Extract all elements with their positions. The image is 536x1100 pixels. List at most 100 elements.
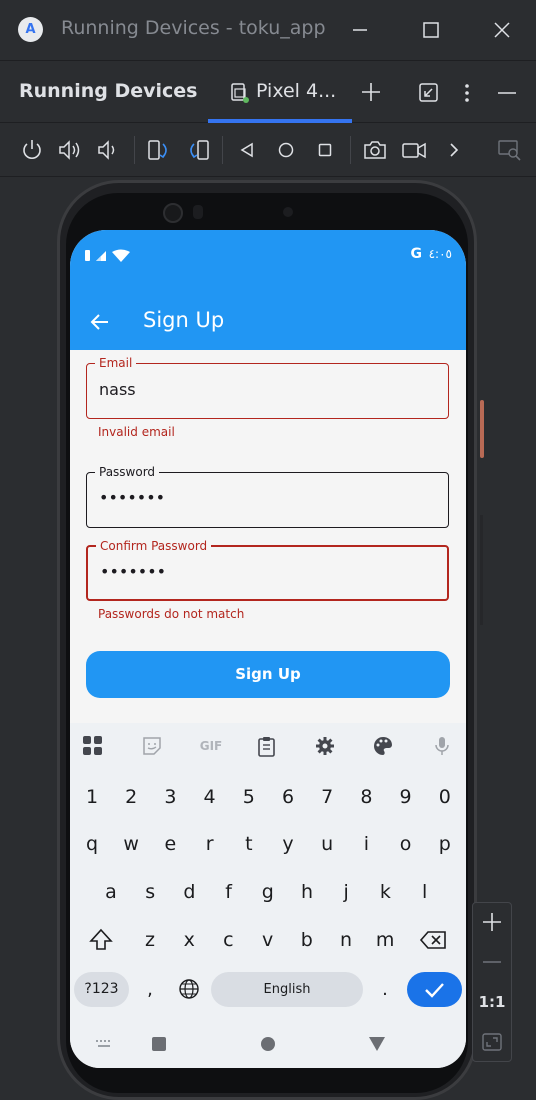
apps-icon[interactable] (82, 735, 104, 757)
letter-key-r[interactable]: r (192, 824, 228, 864)
email-error-text: Invalid email (98, 425, 175, 439)
password-field[interactable]: Password ••••••• (86, 464, 449, 528)
globe-icon[interactable] (174, 972, 204, 1007)
toolbar-separator (350, 136, 351, 164)
settings-icon[interactable] (314, 735, 336, 757)
letter-key-e[interactable]: e (152, 824, 188, 864)
confirm-password-field[interactable]: Confirm Password ••••••• (86, 538, 449, 601)
backspace-key[interactable] (418, 925, 448, 955)
theme-palette-icon[interactable] (372, 735, 394, 757)
device-tab-icon (229, 82, 251, 104)
phone-power-button (480, 400, 484, 458)
recents-nav-icon[interactable] (151, 1036, 167, 1052)
number-key-2[interactable]: 2 (113, 777, 149, 817)
phone-volume-button (480, 515, 483, 625)
number-key-6[interactable]: 6 (270, 777, 306, 817)
more-icon[interactable] (440, 136, 468, 164)
phone-sensor (193, 205, 203, 219)
letter-key-u[interactable]: u (309, 824, 345, 864)
back-icon[interactable] (233, 136, 261, 164)
screenshot-icon[interactable] (361, 136, 389, 164)
space-key[interactable]: English (211, 972, 363, 1007)
home-nav-icon[interactable] (260, 1036, 276, 1052)
letter-key-i[interactable]: i (348, 824, 384, 864)
google-g-icon: G (410, 246, 423, 262)
overview-icon[interactable] (311, 136, 339, 164)
letter-key-b[interactable]: b (289, 920, 325, 960)
sign-up-button[interactable]: Sign Up (86, 651, 450, 698)
gif-icon[interactable]: GIF (194, 735, 228, 757)
zoom-fit-icon[interactable] (478, 1028, 506, 1056)
back-nav-icon[interactable] (368, 1036, 386, 1052)
device-tab-label: Pixel 4... (256, 80, 337, 102)
letter-key-h[interactable]: h (289, 872, 325, 912)
enter-key[interactable] (407, 972, 462, 1007)
window-title: Running Devices - toku_app (61, 17, 326, 39)
letter-key-g[interactable]: g (250, 872, 286, 912)
letter-key-p[interactable]: p (427, 824, 463, 864)
number-key-5[interactable]: 5 (231, 777, 267, 817)
letter-key-f[interactable]: f (211, 872, 247, 912)
number-key-9[interactable]: 9 (388, 777, 424, 817)
back-arrow-icon[interactable] (88, 310, 112, 334)
confirm-password-error-text: Passwords do not match (98, 607, 245, 621)
toolbar-separator (222, 136, 223, 164)
number-key-7[interactable]: 7 (309, 777, 345, 817)
symbols-key[interactable]: ?123 (74, 972, 129, 1007)
zoom-in-button[interactable] (478, 908, 506, 936)
add-device-button[interactable] (359, 80, 383, 104)
letter-key-v[interactable]: v (250, 920, 286, 960)
letter-key-o[interactable]: o (388, 824, 424, 864)
zoom-out-button[interactable] (478, 948, 506, 976)
letter-key-a[interactable]: a (93, 872, 129, 912)
device-screen[interactable]: G ٤:٠٥ Sign Up Email nass Invalid email … (70, 230, 466, 1068)
front-camera (163, 203, 183, 223)
close-window-button[interactable] (485, 14, 519, 46)
letter-key-c[interactable]: c (210, 920, 246, 960)
letter-key-t[interactable]: t (231, 824, 267, 864)
maximize-window-button[interactable] (414, 14, 448, 46)
number-key-0[interactable]: 0 (427, 777, 463, 817)
email-field[interactable]: Email nass (86, 355, 449, 419)
screen-record-icon[interactable] (400, 136, 428, 164)
number-key-8[interactable]: 8 (348, 777, 384, 817)
status-icons (84, 248, 130, 262)
volume-down-icon[interactable] (94, 136, 122, 164)
letter-key-d[interactable]: d (171, 872, 207, 912)
zoom-actual-size-button[interactable]: 1:1 (476, 990, 508, 1014)
sticker-icon[interactable] (141, 735, 163, 757)
mic-icon[interactable] (431, 735, 453, 757)
period-key[interactable]: . (373, 972, 397, 1007)
comma-key[interactable]: , (136, 972, 164, 1007)
letter-key-n[interactable]: n (328, 920, 364, 960)
number-key-1[interactable]: 1 (74, 777, 110, 817)
rotate-right-icon[interactable] (184, 136, 212, 164)
confirm-password-label: Confirm Password (96, 538, 212, 554)
letter-key-j[interactable]: j (328, 872, 364, 912)
options-more-icon[interactable] (457, 81, 477, 105)
clipboard-icon[interactable] (256, 735, 278, 757)
number-key-4[interactable]: 4 (192, 777, 228, 817)
letter-key-y[interactable]: y (270, 824, 306, 864)
keyboard-switch-icon[interactable] (94, 1036, 114, 1050)
power-icon[interactable] (18, 136, 46, 164)
letter-key-q[interactable]: q (74, 824, 110, 864)
rotate-left-icon[interactable] (145, 136, 173, 164)
letter-key-x[interactable]: x (171, 920, 207, 960)
status-time: ٤:٠٥ (428, 247, 452, 261)
hide-panel-icon[interactable] (495, 81, 519, 105)
letter-key-z[interactable]: z (132, 920, 168, 960)
letter-key-k[interactable]: k (367, 872, 403, 912)
number-key-3[interactable]: 3 (152, 777, 188, 817)
volume-up-icon[interactable] (56, 136, 84, 164)
device-inspector-icon[interactable] (496, 136, 524, 164)
letter-key-w[interactable]: w (113, 824, 149, 864)
home-icon[interactable] (272, 136, 300, 164)
minimize-window-button[interactable] (343, 14, 377, 46)
shift-key[interactable] (86, 925, 116, 955)
toolbar-separator (134, 136, 135, 164)
letter-key-l[interactable]: l (407, 872, 443, 912)
letter-key-m[interactable]: m (367, 920, 403, 960)
letter-key-s[interactable]: s (132, 872, 168, 912)
restore-layout-icon[interactable] (417, 81, 441, 105)
